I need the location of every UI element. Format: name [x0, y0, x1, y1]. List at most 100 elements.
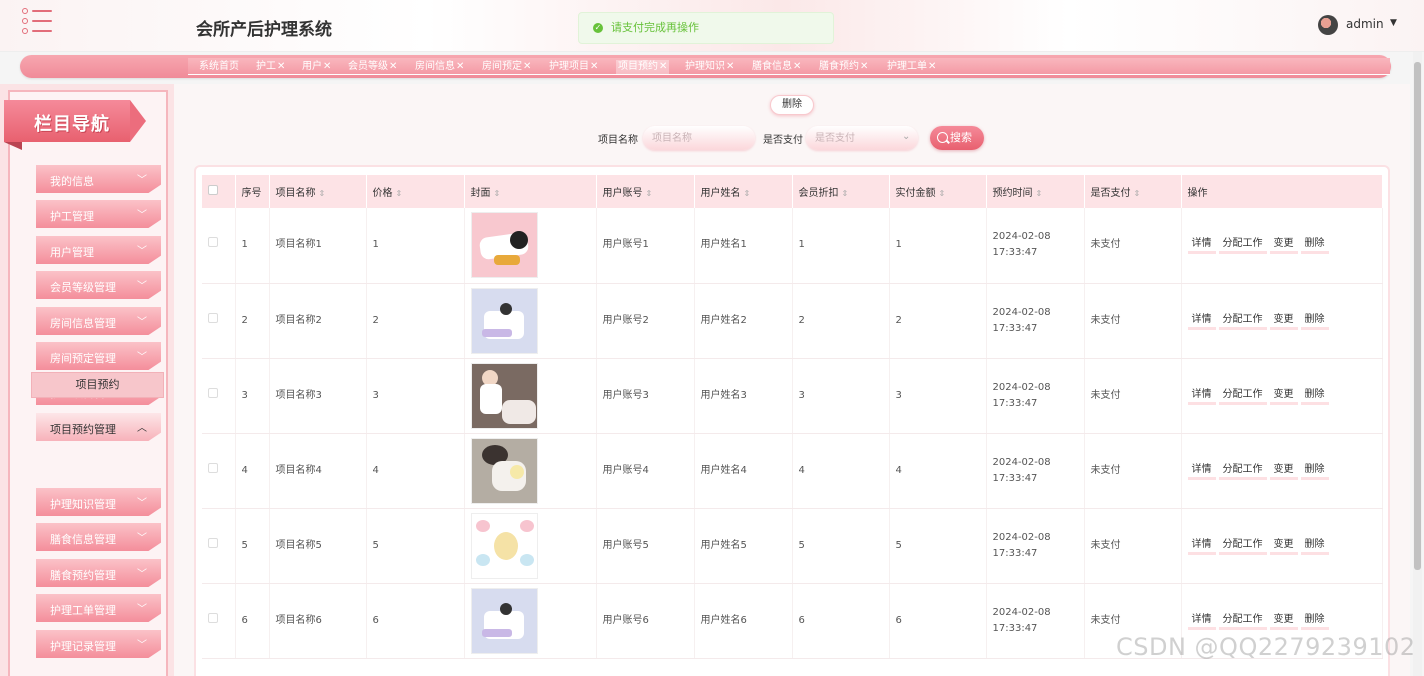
tab-4[interactable]: 房间信息✕: [415, 60, 464, 74]
tab-11[interactable]: 护理工单✕: [887, 60, 936, 74]
sidebar-subitem-project-booking[interactable]: 项目预约: [31, 372, 164, 398]
column-header[interactable]: 是否支付 ⇕: [1084, 175, 1182, 208]
sidebar-item-1[interactable]: 护工管理 ﹀: [36, 200, 161, 228]
column-header[interactable]: 会员折扣 ⇕: [792, 175, 890, 208]
column-header[interactable]: 用户姓名 ⇕: [694, 175, 793, 208]
select-all-cell: [202, 175, 236, 208]
sidebar-item-7[interactable]: 项目预约管理 ︿: [36, 413, 161, 441]
cover-image[interactable]: [470, 587, 538, 654]
row-checkbox[interactable]: [208, 462, 218, 473]
change-button[interactable]: 变更: [1269, 462, 1298, 480]
cover-image[interactable]: [470, 212, 538, 279]
row-checkbox[interactable]: [208, 612, 218, 623]
cover-image[interactable]: [470, 287, 538, 354]
sidebar-item-0[interactable]: 我的信息 ﹀: [36, 165, 161, 193]
close-icon[interactable]: ✕: [389, 61, 397, 72]
row-select-cell: [202, 583, 236, 659]
close-icon[interactable]: ✕: [793, 61, 801, 72]
delete-button[interactable]: 删除: [1300, 537, 1329, 555]
close-icon[interactable]: ✕: [590, 61, 598, 72]
assign-work-button[interactable]: 分配工作: [1218, 387, 1267, 405]
search-button[interactable]: 搜索: [930, 126, 984, 150]
sort-icon[interactable]: ⇕: [1036, 189, 1043, 198]
column-header[interactable]: 实付金额 ⇕: [889, 175, 987, 208]
tab-0[interactable]: 系统首页: [199, 60, 239, 74]
assign-work-button[interactable]: 分配工作: [1218, 236, 1267, 255]
assign-work-button[interactable]: 分配工作: [1218, 612, 1267, 630]
detail-button[interactable]: 详情: [1187, 312, 1216, 330]
sidebar-item-2[interactable]: 用户管理 ﹀: [36, 236, 161, 264]
column-header[interactable]: 用户账号 ⇕: [596, 175, 695, 208]
cover-image[interactable]: [470, 362, 538, 429]
sidebar-item-11[interactable]: 护理工单管理 ﹀: [36, 594, 161, 622]
sidebar-item-12[interactable]: 护理记录管理 ﹀: [36, 630, 161, 658]
column-header[interactable]: 价格 ⇕: [366, 175, 465, 208]
column-header-label: 项目名称: [275, 188, 316, 199]
tab-5[interactable]: 房间预定✕: [482, 60, 531, 74]
close-icon[interactable]: ✕: [323, 61, 331, 72]
change-button[interactable]: 变更: [1269, 387, 1298, 405]
sort-icon[interactable]: ⇕: [396, 189, 403, 198]
change-button[interactable]: 变更: [1269, 612, 1298, 630]
close-icon[interactable]: ✕: [659, 61, 667, 72]
change-button[interactable]: 变更: [1269, 537, 1298, 555]
sidebar-item-5[interactable]: 房间预定管理 ﹀: [36, 342, 161, 370]
detail-button[interactable]: 详情: [1187, 387, 1216, 405]
sort-icon[interactable]: ⇕: [319, 189, 326, 198]
tab-1[interactable]: 护工✕: [256, 60, 285, 74]
assign-work-button[interactable]: 分配工作: [1218, 312, 1267, 330]
sort-icon[interactable]: ⇕: [1134, 189, 1141, 198]
tab-2[interactable]: 用户✕: [302, 60, 331, 74]
assign-work-button[interactable]: 分配工作: [1218, 462, 1267, 480]
close-icon[interactable]: ✕: [726, 61, 734, 72]
sort-icon[interactable]: ⇕: [842, 189, 849, 198]
row-checkbox[interactable]: [208, 237, 218, 248]
sidebar-item-8[interactable]: 护理知识管理 ﹀: [36, 488, 161, 516]
close-icon[interactable]: ✕: [928, 61, 936, 72]
sort-icon[interactable]: ⇕: [494, 189, 501, 198]
menu-toggle-icon[interactable]: [22, 8, 52, 34]
cover-image[interactable]: [470, 437, 538, 504]
close-icon[interactable]: ✕: [523, 61, 531, 72]
delete-button[interactable]: 删除: [1300, 462, 1329, 480]
close-icon[interactable]: ✕: [277, 61, 285, 72]
sidebar-item-10[interactable]: 膳食预约管理 ﹀: [36, 559, 161, 587]
page-scrollbar[interactable]: [1413, 52, 1422, 676]
sort-icon[interactable]: ⇕: [939, 189, 946, 198]
detail-button[interactable]: 详情: [1187, 462, 1216, 480]
scrollbar-thumb[interactable]: [1414, 62, 1421, 570]
tab-8[interactable]: 护理知识✕: [685, 60, 734, 74]
detail-button[interactable]: 详情: [1187, 537, 1216, 555]
cover-image[interactable]: [470, 512, 538, 579]
column-header[interactable]: 封面 ⇕: [464, 175, 597, 208]
delete-button[interactable]: 删除: [1300, 612, 1329, 630]
sidebar-item-9[interactable]: 膳食信息管理 ﹀: [36, 523, 161, 551]
delete-button[interactable]: 删除: [1300, 387, 1329, 405]
change-button[interactable]: 变更: [1269, 236, 1298, 255]
detail-button[interactable]: 详情: [1187, 236, 1216, 255]
batch-delete-button[interactable]: 删除: [770, 95, 814, 115]
row-checkbox[interactable]: [208, 387, 218, 398]
sidebar-item-3[interactable]: 会员等级管理 ﹀: [36, 271, 161, 299]
tab-9[interactable]: 膳食信息✕: [752, 60, 801, 74]
column-header[interactable]: 预约时间 ⇕: [986, 175, 1085, 208]
project-name-input[interactable]: [643, 126, 755, 150]
assign-work-button[interactable]: 分配工作: [1218, 537, 1267, 555]
select-all-checkbox[interactable]: [208, 185, 218, 195]
tab-6[interactable]: 护理项目✕: [549, 60, 598, 74]
tab-3[interactable]: 会员等级✕: [348, 60, 397, 74]
tab-7[interactable]: 项目预约✕: [616, 60, 670, 74]
close-icon[interactable]: ✕: [456, 61, 464, 72]
tab-10[interactable]: 膳食预约✕: [819, 60, 868, 74]
sort-icon[interactable]: ⇕: [744, 189, 751, 198]
column-header[interactable]: 项目名称 ⇕: [269, 175, 367, 208]
close-icon[interactable]: ✕: [860, 61, 868, 72]
sidebar-item-4[interactable]: 房间信息管理 ﹀: [36, 307, 161, 335]
delete-button[interactable]: 删除: [1300, 236, 1329, 255]
row-checkbox[interactable]: [208, 312, 218, 323]
row-checkbox[interactable]: [208, 537, 218, 548]
change-button[interactable]: 变更: [1269, 312, 1298, 330]
sort-icon[interactable]: ⇕: [646, 189, 653, 198]
detail-button[interactable]: 详情: [1187, 612, 1216, 630]
delete-button[interactable]: 删除: [1300, 312, 1329, 330]
